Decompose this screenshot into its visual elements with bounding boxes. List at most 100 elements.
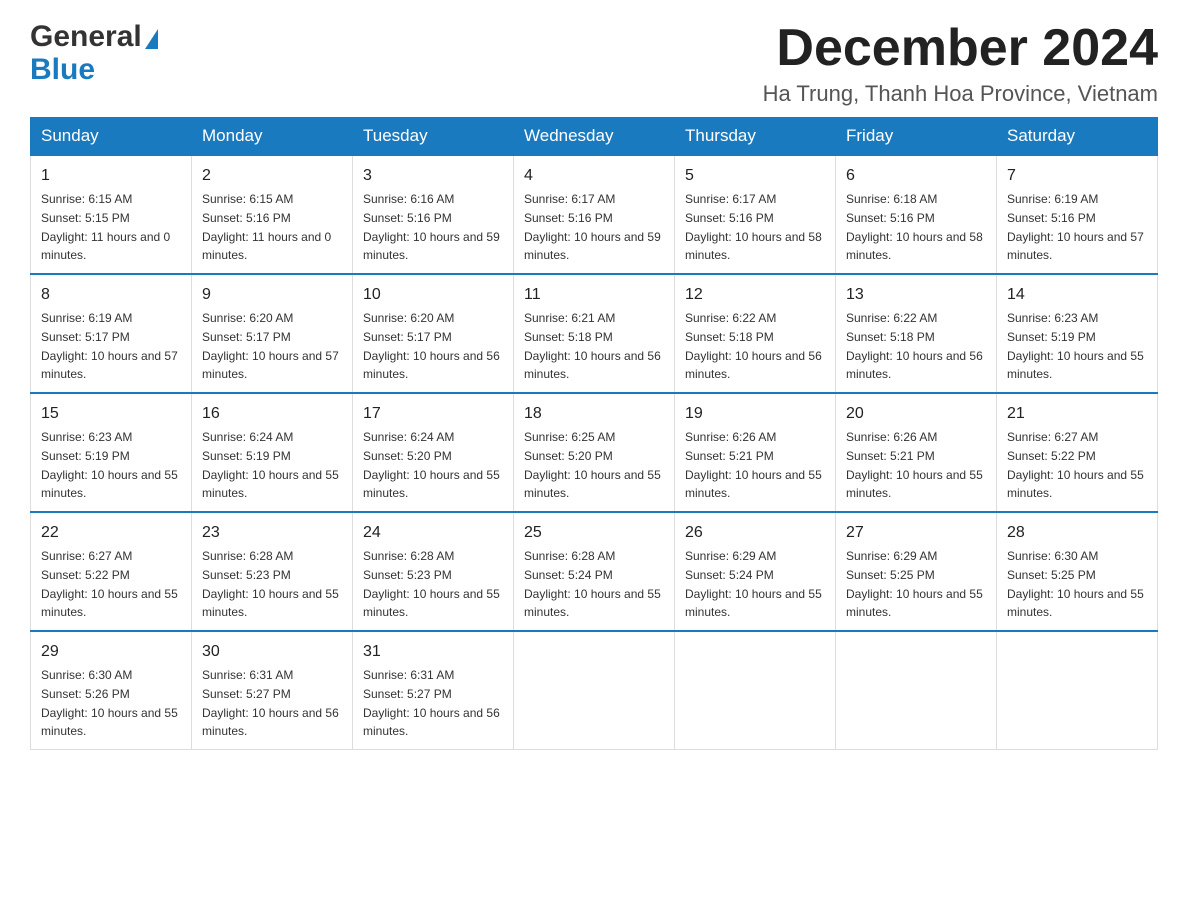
day-cell-1: 1 Sunrise: 6:15 AMSunset: 5:15 PMDaylight… [31,155,192,274]
header-saturday: Saturday [997,118,1158,156]
day-cell-28: 28Sunrise: 6:30 AMSunset: 5:25 PMDayligh… [997,512,1158,631]
day-info: Sunrise: 6:26 AMSunset: 5:21 PMDaylight:… [685,430,822,500]
day-cell-9: 9 Sunrise: 6:20 AMSunset: 5:17 PMDaylight… [192,274,353,393]
day-info: Sunrise: 6:28 AMSunset: 5:24 PMDaylight:… [524,549,661,619]
location-title: Ha Trung, Thanh Hoa Province, Vietnam [763,81,1158,107]
day-info: Sunrise: 6:24 AMSunset: 5:19 PMDaylight:… [202,430,339,500]
empty-cell-w4d5 [836,631,997,750]
day-number: 13 [846,283,986,307]
logo-blue: Blue [30,53,158,86]
day-info: Sunrise: 6:28 AMSunset: 5:23 PMDaylight:… [363,549,500,619]
day-cell-25: 25Sunrise: 6:28 AMSunset: 5:24 PMDayligh… [514,512,675,631]
day-cell-14: 14 Sunrise: 6:23 AMSunset: 5:19 PMDayligh… [997,274,1158,393]
day-info: Sunrise: 6:19 AMSunset: 5:16 PMDaylight:… [1007,192,1144,262]
day-number: 21 [1007,402,1147,426]
day-number: 28 [1007,521,1147,545]
day-number: 20 [846,402,986,426]
day-cell-15: 15Sunrise: 6:23 AMSunset: 5:19 PMDayligh… [31,393,192,512]
week-row-4: 22 Sunrise: 6:27 AMSunset: 5:22 PMDayligh… [31,512,1158,631]
week-row-5: 29 Sunrise: 6:30 AMSunset: 5:26 PMDayligh… [31,631,1158,750]
day-info: Sunrise: 6:20 AMSunset: 5:17 PMDaylight:… [202,311,339,381]
day-info: Sunrise: 6:17 AMSunset: 5:16 PMDaylight:… [685,192,822,262]
day-info: Sunrise: 6:17 AMSunset: 5:16 PMDaylight:… [524,192,661,262]
day-info: Sunrise: 6:22 AMSunset: 5:18 PMDaylight:… [685,311,822,381]
day-cell-16: 16 Sunrise: 6:24 AMSunset: 5:19 PMDayligh… [192,393,353,512]
day-cell-13: 13Sunrise: 6:22 AMSunset: 5:18 PMDayligh… [836,274,997,393]
day-number: 5 [685,164,825,188]
day-info: Sunrise: 6:28 AMSunset: 5:23 PMDaylight:… [202,549,339,619]
day-cell-7: 7 Sunrise: 6:19 AMSunset: 5:16 PMDaylight… [997,155,1158,274]
day-number: 6 [846,164,986,188]
week-row-3: 15Sunrise: 6:23 AMSunset: 5:19 PMDayligh… [31,393,1158,512]
logo: General Blue [30,20,158,86]
day-number: 17 [363,402,503,426]
title-area: December 2024 Ha Trung, Thanh Hoa Provin… [763,20,1158,107]
day-number: 9 [202,283,342,307]
day-info: Sunrise: 6:29 AMSunset: 5:24 PMDaylight:… [685,549,822,619]
day-info: Sunrise: 6:25 AMSunset: 5:20 PMDaylight:… [524,430,661,500]
day-cell-30: 30Sunrise: 6:31 AMSunset: 5:27 PMDayligh… [192,631,353,750]
month-title: December 2024 [763,20,1158,77]
week-row-2: 8 Sunrise: 6:19 AMSunset: 5:17 PMDaylight… [31,274,1158,393]
day-number: 18 [524,402,664,426]
day-info: Sunrise: 6:26 AMSunset: 5:21 PMDaylight:… [846,430,983,500]
empty-cell-w4d6 [997,631,1158,750]
day-number: 11 [524,283,664,307]
day-cell-26: 26 Sunrise: 6:29 AMSunset: 5:24 PMDayligh… [675,512,836,631]
day-info: Sunrise: 6:18 AMSunset: 5:16 PMDaylight:… [846,192,983,262]
weekday-header-row: Sunday Monday Tuesday Wednesday Thursday… [31,118,1158,156]
day-cell-17: 17 Sunrise: 6:24 AMSunset: 5:20 PMDayligh… [353,393,514,512]
day-number: 22 [41,521,181,545]
day-info: Sunrise: 6:29 AMSunset: 5:25 PMDaylight:… [846,549,983,619]
day-number: 16 [202,402,342,426]
day-info: Sunrise: 6:23 AMSunset: 5:19 PMDaylight:… [41,430,178,500]
header-tuesday: Tuesday [353,118,514,156]
day-info: Sunrise: 6:23 AMSunset: 5:19 PMDaylight:… [1007,311,1144,381]
empty-cell-w4d4 [675,631,836,750]
header-sunday: Sunday [31,118,192,156]
page-header: General Blue December 2024 Ha Trung, Tha… [30,20,1158,107]
day-cell-5: 5 Sunrise: 6:17 AMSunset: 5:16 PMDaylight… [675,155,836,274]
day-info: Sunrise: 6:27 AMSunset: 5:22 PMDaylight:… [1007,430,1144,500]
header-thursday: Thursday [675,118,836,156]
day-info: Sunrise: 6:30 AMSunset: 5:26 PMDaylight:… [41,668,178,738]
day-cell-2: 2Sunrise: 6:15 AMSunset: 5:16 PMDaylight… [192,155,353,274]
day-number: 31 [363,640,503,664]
day-number: 29 [41,640,181,664]
day-number: 4 [524,164,664,188]
day-number: 27 [846,521,986,545]
day-cell-18: 18 Sunrise: 6:25 AMSunset: 5:20 PMDayligh… [514,393,675,512]
day-cell-22: 22 Sunrise: 6:27 AMSunset: 5:22 PMDayligh… [31,512,192,631]
day-cell-8: 8 Sunrise: 6:19 AMSunset: 5:17 PMDaylight… [31,274,192,393]
day-info: Sunrise: 6:16 AMSunset: 5:16 PMDaylight:… [363,192,500,262]
day-number: 1 [41,164,181,188]
week-row-1: 1 Sunrise: 6:15 AMSunset: 5:15 PMDaylight… [31,155,1158,274]
day-cell-11: 11 Sunrise: 6:21 AMSunset: 5:18 PMDayligh… [514,274,675,393]
day-info: Sunrise: 6:21 AMSunset: 5:18 PMDaylight:… [524,311,661,381]
day-info: Sunrise: 6:19 AMSunset: 5:17 PMDaylight:… [41,311,178,381]
day-info: Sunrise: 6:24 AMSunset: 5:20 PMDaylight:… [363,430,500,500]
day-number: 8 [41,283,181,307]
day-number: 3 [363,164,503,188]
day-number: 12 [685,283,825,307]
day-info: Sunrise: 6:15 AMSunset: 5:15 PMDaylight:… [41,192,170,262]
header-wednesday: Wednesday [514,118,675,156]
day-info: Sunrise: 6:27 AMSunset: 5:22 PMDaylight:… [41,549,178,619]
day-number: 24 [363,521,503,545]
logo-general: General [30,20,158,53]
day-number: 2 [202,164,342,188]
day-cell-24: 24 Sunrise: 6:28 AMSunset: 5:23 PMDayligh… [353,512,514,631]
day-number: 26 [685,521,825,545]
empty-cell-w4d3 [514,631,675,750]
day-number: 23 [202,521,342,545]
day-cell-27: 27 Sunrise: 6:29 AMSunset: 5:25 PMDayligh… [836,512,997,631]
day-number: 30 [202,640,342,664]
header-monday: Monday [192,118,353,156]
day-number: 14 [1007,283,1147,307]
day-info: Sunrise: 6:31 AMSunset: 5:27 PMDaylight:… [363,668,500,738]
day-cell-3: 3 Sunrise: 6:16 AMSunset: 5:16 PMDaylight… [353,155,514,274]
day-cell-20: 20 Sunrise: 6:26 AMSunset: 5:21 PMDayligh… [836,393,997,512]
day-cell-6: 6 Sunrise: 6:18 AMSunset: 5:16 PMDaylight… [836,155,997,274]
calendar-table: Sunday Monday Tuesday Wednesday Thursday… [30,117,1158,750]
day-number: 7 [1007,164,1147,188]
